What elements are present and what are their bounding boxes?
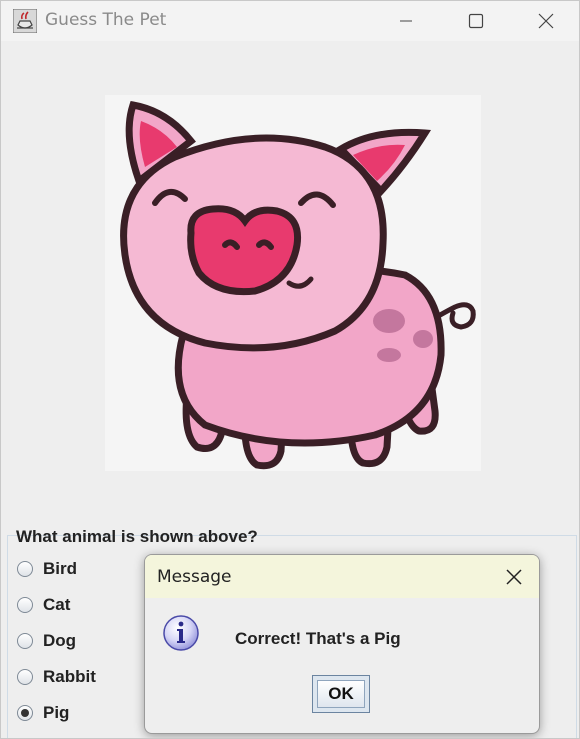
option-label[interactable]: Bird [43,559,77,579]
message-dialog: Message Correct! That's a Pig OK [144,554,540,734]
option-label[interactable]: Rabbit [43,667,96,687]
option-label[interactable]: Cat [43,595,70,615]
radio-button[interactable] [17,597,33,613]
title-bar[interactable]: Guess The Pet [1,1,579,41]
close-button[interactable] [511,1,579,41]
dialog-title: Message [157,567,232,587]
java-cup-icon [13,9,37,33]
radio-button[interactable] [17,633,33,649]
main-window: Guess The Pet What animal is shown above… [0,0,580,739]
minimize-icon [400,20,412,22]
radio-button[interactable] [17,669,33,685]
info-icon [163,615,199,651]
radio-button-selected[interactable] [17,705,33,721]
option-cat[interactable]: Cat [17,595,70,615]
maximize-button[interactable] [441,1,511,41]
ok-button-label[interactable]: OK [317,680,365,708]
pig-image [105,95,481,471]
option-bird[interactable]: Bird [17,559,77,579]
option-pig[interactable]: Pig [17,703,69,723]
close-icon [538,13,554,29]
option-dog[interactable]: Dog [17,631,76,651]
option-label[interactable]: Pig [43,703,69,723]
option-label[interactable]: Dog [43,631,76,651]
radio-button[interactable] [17,561,33,577]
dialog-close-button[interactable] [489,555,539,598]
dialog-message: Correct! That's a Pig [235,629,401,648]
window-title: Guess The Pet [45,10,167,30]
maximize-icon [468,13,484,29]
option-rabbit[interactable]: Rabbit [17,667,96,687]
question-label: What animal is shown above? [16,527,258,546]
minimize-button[interactable] [371,1,441,41]
close-icon [506,568,522,585]
ok-button[interactable]: OK [312,675,370,713]
dialog-title-bar[interactable]: Message [145,555,539,598]
